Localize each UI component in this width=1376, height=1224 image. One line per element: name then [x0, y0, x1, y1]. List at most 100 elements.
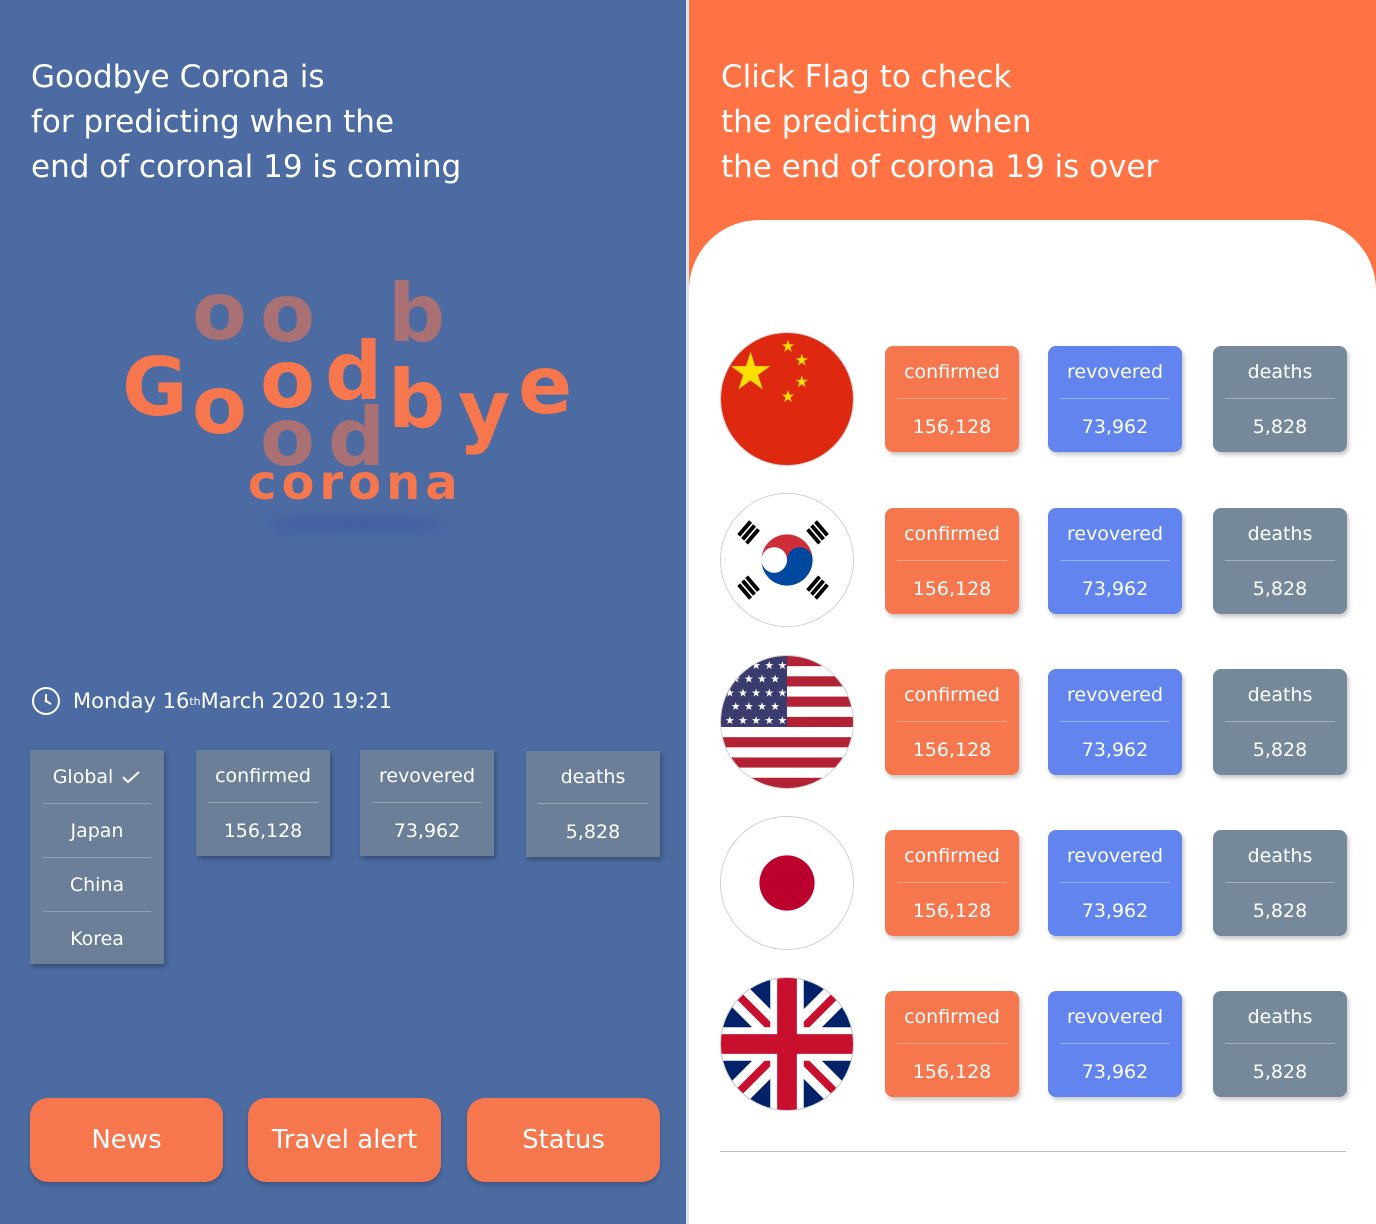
card-value: 73,962: [1081, 1061, 1149, 1083]
title-line: the predicting when: [721, 104, 1032, 140]
logo-letter: e: [518, 339, 573, 432]
card-value: 156,128: [912, 900, 992, 922]
bottom-divider: [720, 1151, 1346, 1152]
right-panel: Click Flag to check the predicting when …: [689, 0, 1376, 1224]
card-value: 156,128: [912, 416, 992, 438]
korea-confirmed-card[interactable]: confirmed 156,128: [885, 508, 1019, 614]
date-suffix: th: [189, 694, 201, 708]
china-flag-icon[interactable]: [720, 332, 854, 466]
card-value: 73,962: [1081, 416, 1149, 438]
logo-letter: d: [325, 325, 383, 418]
korea-deaths-card[interactable]: deaths 5,828: [1213, 508, 1347, 614]
datetime: Monday 16th March 2020 19:21: [31, 686, 392, 716]
date-rest: March 2020 19:21: [200, 689, 392, 713]
card-label: deaths: [1225, 830, 1335, 883]
card-label: revovered: [1060, 508, 1170, 561]
svg-text:★ ★ ★ ★ ★: ★ ★ ★ ★ ★: [725, 659, 787, 672]
global-recovered-card: revovered 73,962: [360, 750, 494, 856]
intro-line: for predicting when the: [31, 104, 395, 140]
stat-value: 73,962: [393, 820, 461, 842]
logo-ghost: o: [192, 265, 247, 358]
korea-flag-icon[interactable]: [720, 493, 854, 627]
svg-text:★ ★ ★ ★: ★ ★ ★ ★: [731, 700, 780, 713]
region-item-korea[interactable]: Korea: [43, 912, 151, 965]
status-button[interactable]: Status: [467, 1098, 660, 1182]
stat-value: 5,828: [565, 821, 621, 843]
card-label: revovered: [1060, 669, 1170, 722]
japan-recovered-card[interactable]: revovered 73,962: [1048, 830, 1182, 936]
card-value: 156,128: [912, 1061, 992, 1083]
china-confirmed-card[interactable]: confirmed 156,128: [885, 346, 1019, 452]
card-value: 5,828: [1252, 739, 1308, 761]
logo-letter: o: [192, 359, 247, 452]
card-label: revovered: [1060, 346, 1170, 399]
stat-label: confirmed: [208, 750, 318, 803]
stat-value: 156,128: [223, 820, 303, 842]
usa-deaths-card[interactable]: deaths 5,828: [1213, 669, 1347, 775]
region-selector[interactable]: Global Japan China Korea: [30, 750, 164, 964]
card-label: confirmed: [897, 991, 1007, 1044]
usa-recovered-card[interactable]: revovered 73,962: [1048, 669, 1182, 775]
logo-letter: b: [388, 353, 446, 446]
right-title: Click Flag to check the predicting when …: [721, 55, 1158, 190]
country-sheet: confirmed 156,128 revovered 73,962 death…: [689, 220, 1376, 1224]
logo-letter: o: [260, 333, 315, 426]
region-item-global[interactable]: Global: [43, 750, 151, 804]
svg-text:★ ★ ★ ★ ★: ★ ★ ★ ★ ★: [725, 714, 787, 727]
card-value: 5,828: [1252, 1061, 1308, 1083]
clock-icon: [32, 687, 60, 715]
japan-flag-icon[interactable]: [720, 816, 854, 950]
japan-confirmed-card[interactable]: confirmed 156,128: [885, 830, 1019, 936]
logo-ghost: b: [388, 267, 446, 360]
title-line: Click Flag to check: [721, 59, 1012, 95]
card-label: revovered: [1060, 830, 1170, 883]
usa-confirmed-card[interactable]: confirmed 156,128: [885, 669, 1019, 775]
region-item-china[interactable]: China: [43, 858, 151, 912]
region-label: Global: [52, 765, 114, 788]
card-label: deaths: [1225, 508, 1335, 561]
check-icon: [122, 770, 140, 783]
logo-letters: o o o b d G o o d b y e: [120, 272, 580, 478]
intro-line: end of coronal 19 is coming: [31, 149, 462, 185]
svg-text:★ ★ ★ ★: ★ ★ ★ ★: [731, 673, 780, 686]
card-label: confirmed: [897, 346, 1007, 399]
card-value: 5,828: [1252, 578, 1308, 600]
region-item-japan[interactable]: Japan: [43, 804, 151, 858]
title-line: the end of corona 19 is over: [721, 149, 1159, 185]
logo-letter: G: [122, 341, 188, 434]
uk-confirmed-card[interactable]: confirmed 156,128: [885, 991, 1019, 1097]
logo-corona-word: corona: [248, 455, 463, 511]
japan-deaths-card[interactable]: deaths 5,828: [1213, 830, 1347, 936]
card-label: confirmed: [897, 508, 1007, 561]
travel-alert-button[interactable]: Travel alert: [248, 1098, 441, 1182]
card-value: 5,828: [1252, 900, 1308, 922]
stat-label: deaths: [538, 751, 648, 804]
card-label: confirmed: [897, 669, 1007, 722]
card-value: 73,962: [1081, 900, 1149, 922]
card-value: 73,962: [1081, 578, 1149, 600]
intro-text: Goodbye Corona is for predicting when th…: [31, 55, 461, 190]
card-value: 5,828: [1252, 416, 1308, 438]
china-recovered-card[interactable]: revovered 73,962: [1048, 346, 1182, 452]
card-label: deaths: [1225, 669, 1335, 722]
card-label: deaths: [1225, 346, 1335, 399]
date-day: Monday 16: [73, 689, 190, 713]
global-confirmed-card: confirmed 156,128: [196, 750, 330, 856]
global-deaths-card: deaths 5,828: [526, 751, 660, 857]
card-label: confirmed: [897, 830, 1007, 883]
korea-recovered-card[interactable]: revovered 73,962: [1048, 508, 1182, 614]
uk-recovered-card[interactable]: revovered 73,962: [1048, 991, 1182, 1097]
stat-label: revovered: [372, 750, 482, 803]
card-value: 156,128: [912, 578, 992, 600]
left-panel: Goodbye Corona is for predicting when th…: [0, 0, 686, 1224]
usa-flag-icon[interactable]: ★ ★ ★ ★ ★ ★ ★ ★ ★ ★ ★ ★ ★ ★ ★ ★ ★ ★ ★ ★ …: [720, 655, 854, 789]
news-button[interactable]: News: [30, 1098, 223, 1182]
logo-letter: y: [458, 363, 511, 456]
china-deaths-card[interactable]: deaths 5,828: [1213, 346, 1347, 452]
logo-shadow: [265, 518, 445, 532]
uk-deaths-card[interactable]: deaths 5,828: [1213, 991, 1347, 1097]
goodbye-corona-logo: o o o b d G o o d b y e corona: [120, 272, 580, 540]
card-label: revovered: [1060, 991, 1170, 1044]
card-label: deaths: [1225, 991, 1335, 1044]
uk-flag-icon[interactable]: [720, 977, 854, 1111]
